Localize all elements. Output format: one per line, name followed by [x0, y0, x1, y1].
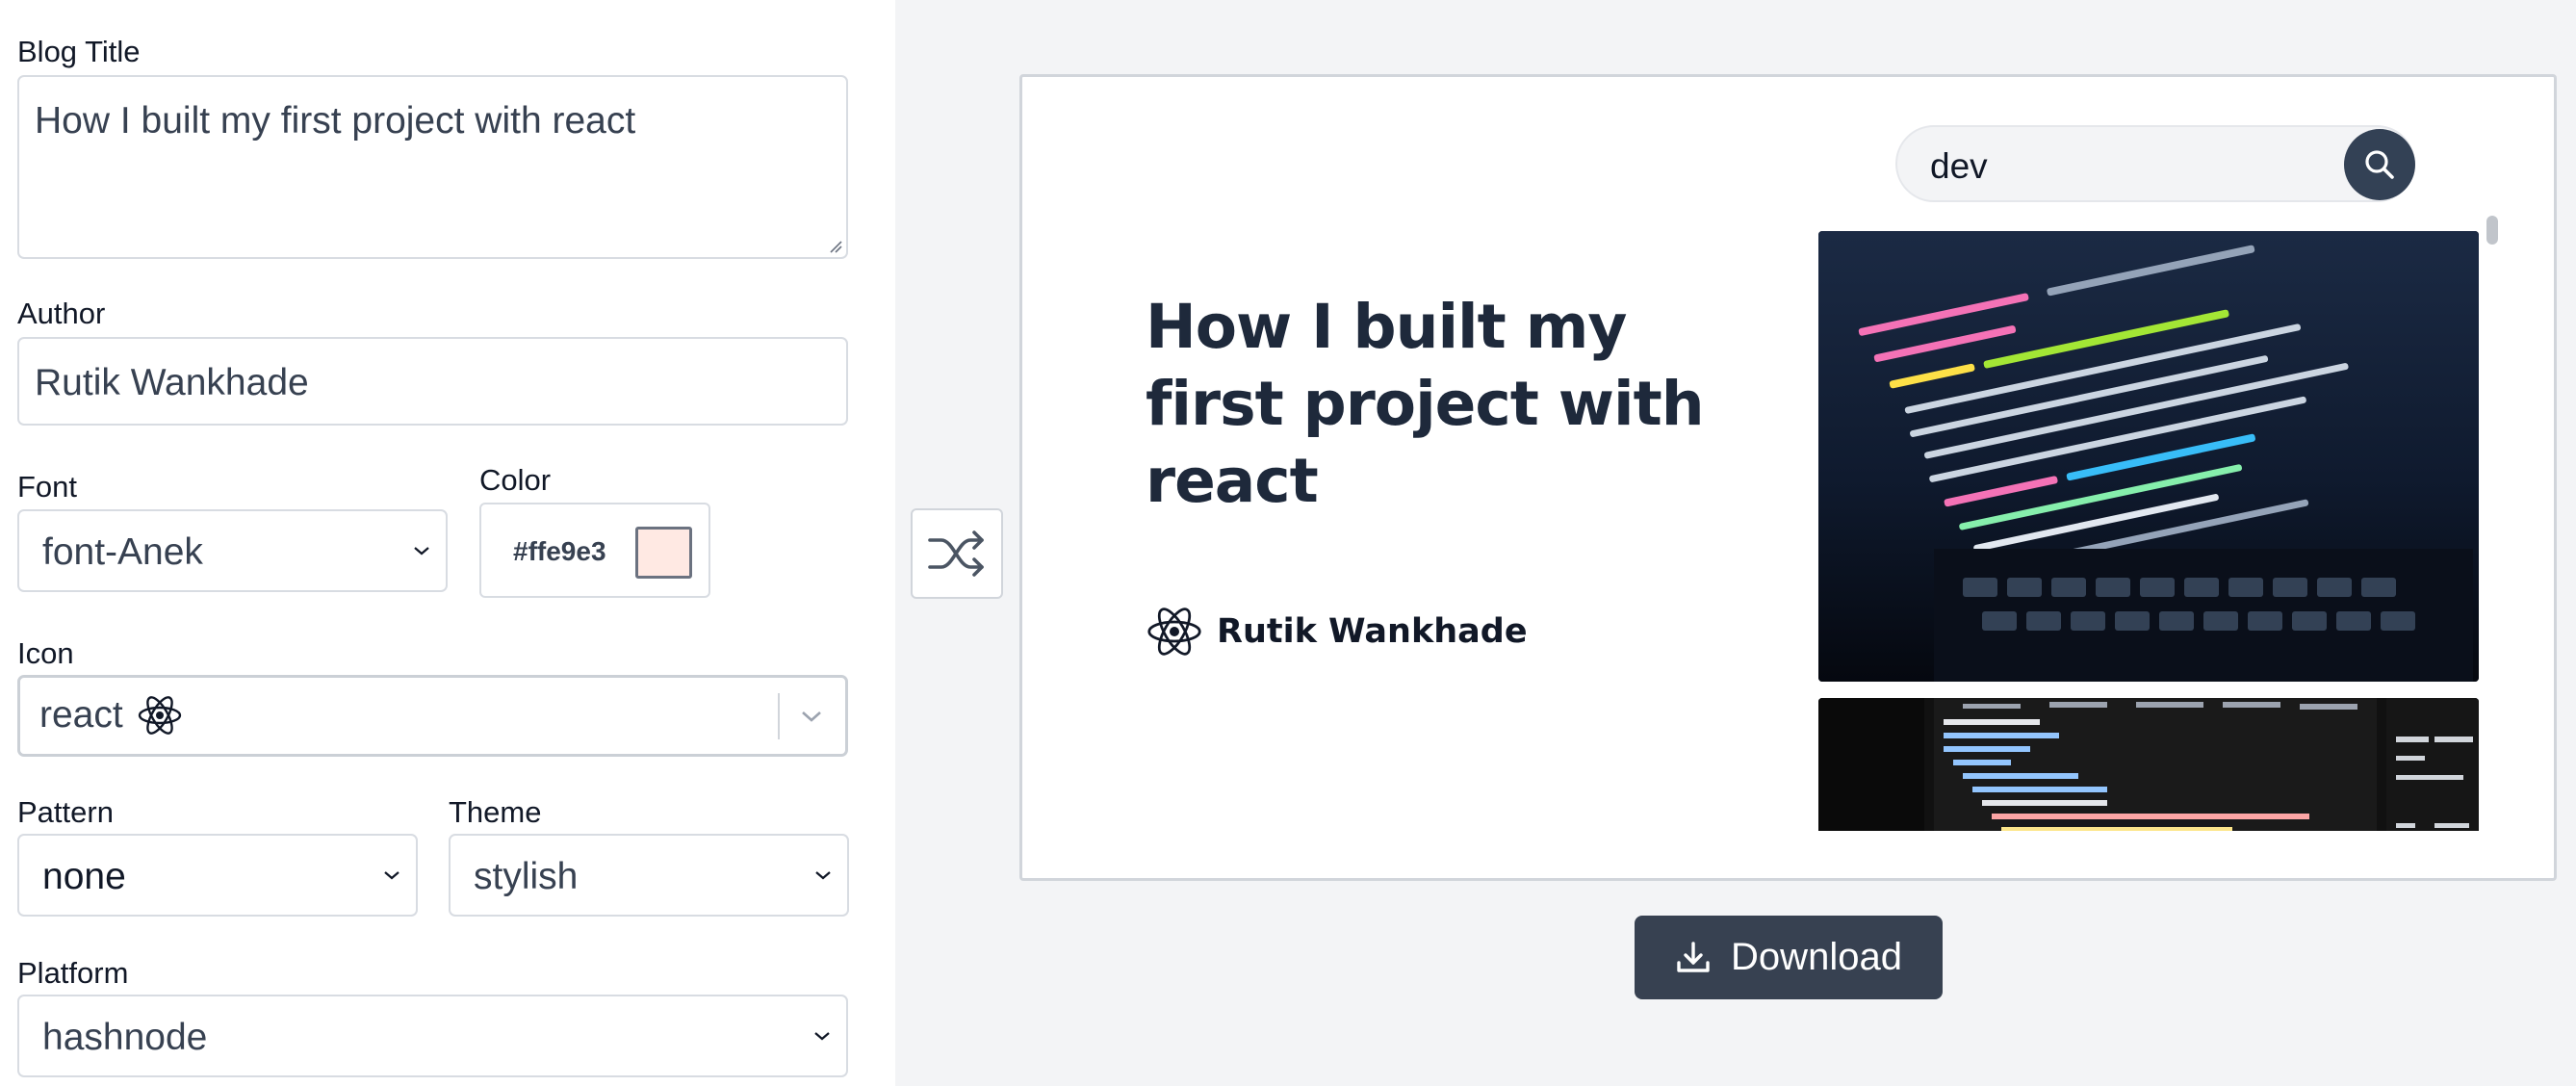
result-image-devtools[interactable] — [1818, 698, 2479, 831]
pattern-label: Pattern — [17, 795, 114, 829]
image-results-list — [1818, 231, 2483, 831]
image-search-input[interactable] — [1930, 146, 2296, 187]
color-label: Color — [479, 463, 552, 497]
download-label: Download — [1731, 936, 1902, 978]
color-swatch[interactable] — [635, 527, 692, 579]
pattern-select[interactable]: none — [17, 834, 418, 917]
results-scrollbar-thumb[interactable] — [2486, 216, 2498, 245]
font-select[interactable]: font-Anek — [17, 509, 448, 592]
font-value: font-Anek — [42, 531, 203, 573]
chevron-down-icon — [814, 1032, 830, 1041]
search-icon — [2365, 150, 2394, 179]
search-button[interactable] — [2344, 129, 2415, 200]
download-button[interactable]: Download — [1635, 916, 1943, 999]
color-picker[interactable]: #ffe9e3 — [479, 503, 710, 598]
font-label: Font — [17, 470, 78, 504]
blog-title-label: Blog Title — [17, 35, 141, 68]
cover-author: Rutik Wankhade — [1146, 605, 1528, 659]
cover-title: How I built my first project with react — [1146, 292, 1705, 516]
platform-value: hashnode — [42, 1017, 208, 1058]
author-input[interactable]: Rutik Wankhade — [17, 337, 848, 426]
cover-author-name: Rutik Wankhade — [1217, 612, 1528, 651]
chevron-down-icon — [414, 547, 429, 556]
pattern-value: none — [42, 856, 126, 897]
color-hex-value: #ffe9e3 — [513, 536, 606, 566]
author-label: Author — [17, 297, 106, 330]
react-atom-icon — [1147, 608, 1201, 656]
icon-label: Icon — [17, 636, 74, 670]
shuffle-button[interactable] — [911, 508, 1003, 599]
results-scrollbar[interactable] — [2481, 213, 2500, 832]
theme-select[interactable]: stylish — [449, 834, 849, 917]
blog-title-textarea[interactable]: How I built my first project with react — [17, 75, 848, 259]
react-atom-icon — [138, 696, 181, 735]
shuffle-icon — [928, 530, 984, 577]
image-search-bar — [1895, 125, 2415, 202]
resize-handle-icon[interactable] — [829, 240, 842, 253]
code-screenshot-image — [1818, 231, 2479, 682]
result-image-code[interactable] — [1818, 231, 2479, 682]
platform-select[interactable]: hashnode — [17, 995, 848, 1077]
icon-select[interactable]: react — [17, 675, 848, 757]
settings-panel: Blog Title How I built my first project … — [0, 0, 895, 1086]
select-separator — [778, 693, 780, 739]
chevron-down-icon — [815, 871, 831, 880]
author-value: Rutik Wankhade — [35, 362, 309, 403]
theme-value: stylish — [474, 856, 579, 897]
platform-label: Platform — [17, 956, 129, 990]
chevron-down-icon — [384, 871, 399, 880]
download-icon — [1677, 941, 1710, 972]
blog-title-value: How I built my first project with react — [35, 100, 636, 142]
icon-value: react — [39, 694, 123, 736]
chevron-down-icon[interactable] — [801, 710, 822, 723]
devtools-screenshot-image — [1818, 698, 2479, 831]
theme-label: Theme — [449, 795, 542, 829]
